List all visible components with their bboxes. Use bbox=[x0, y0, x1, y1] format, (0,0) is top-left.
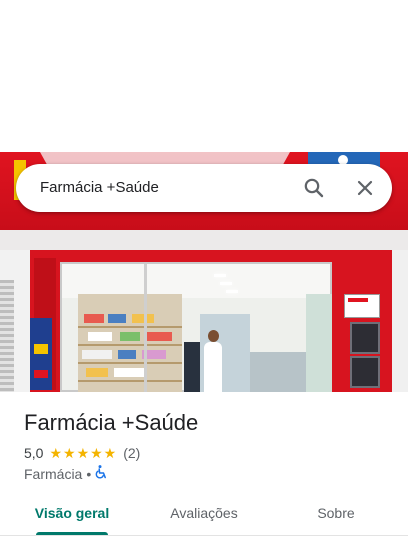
close-icon[interactable] bbox=[353, 176, 377, 200]
place-tabs: Visão geral Avaliações Sobre bbox=[0, 498, 408, 544]
separator-dot: • bbox=[86, 466, 92, 482]
search-icon[interactable] bbox=[302, 176, 326, 200]
review-count[interactable]: (2) bbox=[123, 444, 140, 462]
place-info-panel: Farmácia +Saúde 5,0 ★★★★★ (2) Farmácia •… bbox=[0, 392, 408, 544]
rating-value: 5,0 bbox=[24, 445, 44, 461]
storefront-window bbox=[60, 262, 332, 392]
tab-about[interactable]: Sobre bbox=[288, 498, 384, 540]
search-input[interactable]: Farmácia +Saúde bbox=[40, 164, 159, 212]
rating-row[interactable]: 5,0 ★★★★★ (2) bbox=[24, 444, 140, 462]
wheelchair-icon[interactable] bbox=[95, 465, 108, 483]
map-area-blank bbox=[0, 0, 408, 152]
category-row: Farmácia • bbox=[24, 465, 108, 483]
active-tab-indicator bbox=[36, 532, 108, 535]
star-rating-icon: ★★★★★ bbox=[49, 445, 118, 461]
place-category[interactable]: Farmácia bbox=[24, 465, 82, 483]
search-bar[interactable]: Farmácia +Saúde bbox=[16, 164, 392, 212]
place-title: Farmácia +Saúde bbox=[24, 410, 199, 435]
tab-divider bbox=[0, 535, 408, 536]
tab-reviews[interactable]: Avaliações bbox=[156, 498, 252, 540]
